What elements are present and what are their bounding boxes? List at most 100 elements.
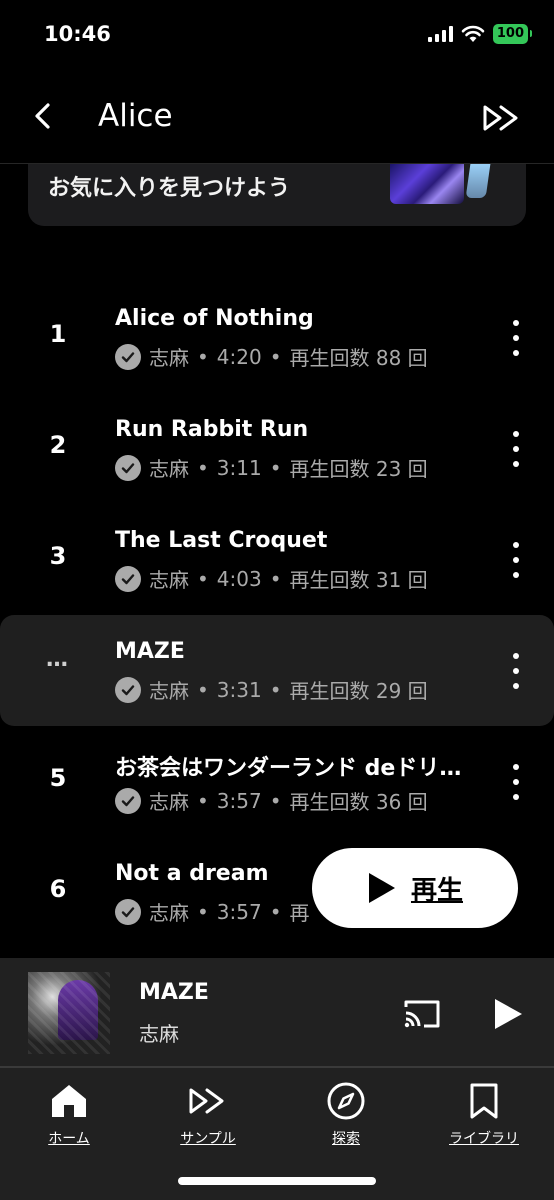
track-duration: 3:57 [216, 788, 262, 813]
nav-item-library[interactable]: ライブラリ [424, 1080, 544, 1148]
cast-icon [404, 1000, 440, 1028]
track-number: 2 [49, 431, 67, 459]
separator: • [197, 899, 209, 924]
chevron-left-icon [35, 103, 50, 129]
track-meta: 志麻 • 3:57 • 再生回数 36 回 [115, 786, 428, 815]
samples-icon [189, 1088, 224, 1114]
wifi-icon [461, 25, 485, 42]
more-options-button[interactable] [504, 542, 528, 578]
separator: • [269, 566, 282, 591]
album-art [28, 972, 110, 1054]
track-title: Not a dream [115, 861, 269, 886]
track-meta: 志麻 • 3:31 • 再生回数 29 回 [115, 675, 428, 704]
track-meta: 志麻 • 3:57 • 再 [115, 897, 310, 926]
banner-artwork-secondary [465, 164, 491, 198]
separator: • [197, 788, 209, 813]
separator: • [197, 566, 209, 591]
track-meta: 志麻 • 3:11 • 再生回数 23 回 [115, 453, 428, 482]
track-title: Alice of Nothing [115, 306, 314, 331]
separator: • [269, 677, 282, 702]
banner-artwork [390, 164, 464, 204]
home-icon [52, 1085, 86, 1117]
verified-icon [115, 676, 141, 703]
track-title: お茶会はワンダーランド deドリ… [115, 756, 462, 781]
separator: • [269, 455, 282, 480]
now-playing-indicator: … [46, 647, 70, 672]
track-title: The Last Croquet [115, 528, 328, 553]
track-artist: 志麻 [149, 346, 189, 370]
home-indicator[interactable] [178, 1177, 376, 1185]
track-meta: 志麻 • 4:03 • 再生回数 31 回 [115, 564, 428, 593]
separator: • [269, 788, 282, 813]
status-icons: 100 [427, 24, 533, 44]
nav-item-explore[interactable]: 探索 [286, 1080, 406, 1148]
battery-icon: 100 [492, 24, 533, 44]
signal-icon [427, 26, 453, 42]
banner-text: お気に入りを見つけよう [48, 176, 291, 201]
track-plays: 再生回数 23 回 [289, 457, 428, 481]
track-row-now-playing[interactable]: … MAZE 志麻 • 3:31 • 再生回数 29 回 [0, 615, 554, 726]
track-duration: 3:57 [216, 899, 262, 924]
track-row[interactable]: 3 The Last Croquet 志麻 • 4:03 • 再生回数 31 回 [0, 504, 554, 615]
track-duration: 4:20 [216, 344, 262, 369]
track-duration: 3:31 [216, 677, 262, 702]
track-title: Run Rabbit Run [115, 417, 309, 442]
compass-icon [327, 1082, 365, 1120]
track-plays: 再生回数 29 回 [289, 679, 428, 703]
track-artist: 志麻 [149, 901, 189, 925]
track-artist: 志麻 [149, 679, 189, 703]
track-row[interactable]: 5 お茶会はワンダーランド deドリ… 志麻 • 3:57 • 再生回数 36 … [0, 726, 554, 837]
nav-label: ライブラリ [449, 1131, 519, 1147]
track-artist: 志麻 [149, 568, 189, 592]
separator: • [197, 344, 209, 369]
track-title: MAZE [115, 639, 185, 664]
play-icon [495, 999, 522, 1029]
nav-item-samples[interactable]: サンプル [148, 1080, 268, 1148]
more-options-button[interactable] [504, 764, 528, 800]
track-plays: 再生回数 31 回 [289, 568, 428, 592]
verified-icon [115, 343, 141, 370]
now-playing-title: MAZE [139, 980, 209, 1005]
library-icon [470, 1083, 498, 1119]
status-bar: 10:46 100 [0, 0, 554, 70]
now-playing-artist: 志麻 [139, 1022, 179, 1046]
play-all-label: 再生 [410, 875, 463, 906]
header: Alice [0, 70, 554, 164]
track-number: 6 [49, 875, 67, 903]
verified-icon [115, 565, 141, 592]
mini-play-button[interactable] [488, 992, 528, 1036]
track-plays: 再生回数 36 回 [289, 790, 428, 814]
discover-banner[interactable]: お気に入りを見つけよう [28, 164, 526, 226]
play-icon [368, 873, 395, 903]
back-button[interactable] [24, 96, 60, 136]
track-meta: 志麻 • 4:20 • 再生回数 88 回 [115, 342, 428, 371]
verified-icon [115, 454, 141, 481]
status-time: 10:46 [44, 22, 111, 46]
page-title: Alice [98, 98, 173, 134]
track-number: 3 [49, 542, 67, 570]
track-row[interactable]: 2 Run Rabbit Run 志麻 • 3:11 • 再生回数 23 回 [0, 393, 554, 504]
verified-icon [115, 787, 141, 814]
shuffle-button[interactable] [480, 96, 524, 140]
nav-label: サンプル [180, 1131, 236, 1147]
separator: • [197, 677, 209, 702]
track-plays: 再生回数 88 回 [289, 346, 428, 370]
track-row[interactable]: 1 Alice of Nothing 志麻 • 4:20 • 再生回数 88 回 [0, 282, 554, 393]
nav-label: ホーム [48, 1131, 90, 1147]
track-artist: 志麻 [149, 457, 189, 481]
track-number: 5 [49, 764, 67, 792]
more-options-button[interactable] [504, 653, 528, 689]
separator: • [197, 455, 209, 480]
more-options-button[interactable] [504, 431, 528, 467]
play-all-button[interactable]: 再生 [312, 848, 518, 928]
track-artist: 志麻 [149, 790, 189, 814]
more-options-button[interactable] [504, 320, 528, 356]
mini-player[interactable]: MAZE 志麻 [0, 958, 554, 1068]
nav-item-home[interactable]: ホーム [9, 1080, 129, 1148]
shuffle-icon [483, 105, 518, 131]
track-plays: 再 [289, 901, 310, 925]
separator: • [269, 344, 282, 369]
cast-button[interactable] [400, 994, 444, 1034]
nav-label: 探索 [332, 1131, 360, 1147]
separator: • [269, 899, 282, 924]
